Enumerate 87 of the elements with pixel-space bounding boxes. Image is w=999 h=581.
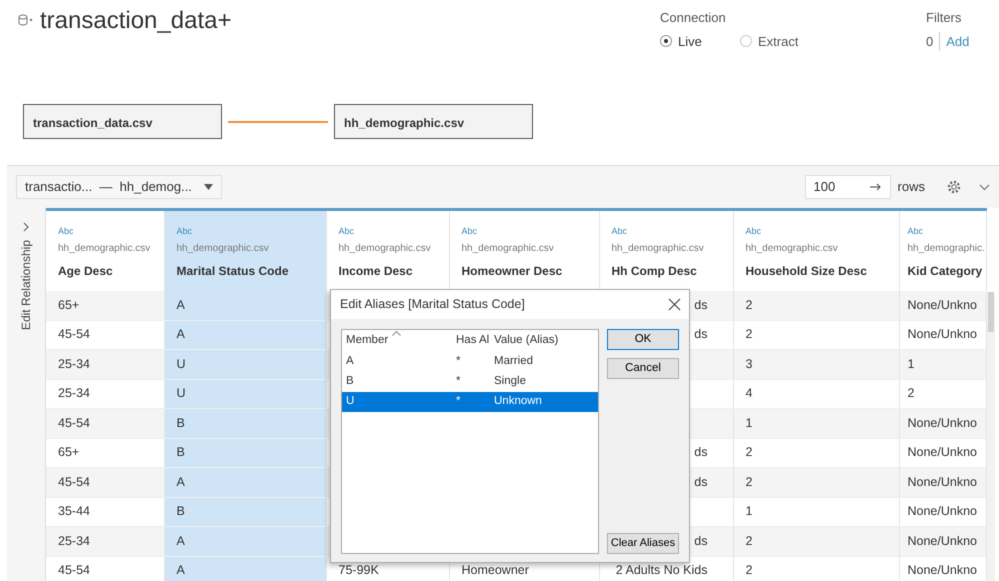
cancel-button[interactable]: Cancel	[607, 358, 679, 379]
list-column-header[interactable]: Value (Alias)	[490, 332, 598, 350]
radio-option[interactable]: Extract	[740, 32, 820, 51]
alias-row[interactable]: A * Married	[342, 352, 598, 372]
table-cell: 25-34	[46, 350, 164, 379]
chevron-right-icon[interactable]	[23, 222, 29, 232]
table-cell: B	[164, 438, 326, 468]
data-type-label: Abc	[612, 225, 628, 238]
close-icon[interactable]	[668, 298, 681, 311]
table-cell: A	[164, 290, 326, 320]
column-name: Hh Comp Desc	[612, 262, 698, 280]
column-header[interactable]: Abc hh_demographic.csv Homeowner Desc	[449, 210, 599, 290]
table-cell: A	[164, 320, 326, 350]
settings-icon[interactable]	[947, 180, 961, 194]
column-name: Marital Status Code	[176, 262, 290, 280]
data-type-label: Abc	[176, 225, 194, 238]
data-type-label: Abc	[462, 225, 478, 238]
table-node[interactable]: transaction_data.csv	[23, 104, 222, 139]
row-count-field[interactable]: 100	[804, 175, 891, 199]
alias-row[interactable]: U * Unknown	[342, 392, 598, 412]
source-label: hh_demographic.	[908, 242, 986, 256]
column-header[interactable]: Abc hh_demographic.csv Income Desc	[326, 210, 449, 290]
database-icon	[18, 14, 34, 26]
table-cell: U	[164, 379, 326, 408]
source-label: hh_demographic.csv	[746, 242, 839, 256]
table-cell: B	[164, 497, 326, 526]
table-cell: B	[164, 408, 326, 438]
data-type-label: Abc	[908, 225, 924, 238]
table-cell: 3	[733, 350, 899, 379]
source-label: hh_demographic.csv	[176, 242, 270, 256]
datasource-title: transaction_data+	[40, 8, 232, 34]
column-header[interactable]: Abc hh_demographic.csv Marital Status Code	[164, 210, 326, 290]
table-cell: A	[164, 526, 326, 556]
data-type-label: Abc	[58, 225, 75, 238]
source-label: hh_demographic.csv	[462, 242, 555, 256]
table-cell: 45-54	[46, 556, 164, 581]
side-panel-label[interactable]: Edit Relationship	[17, 240, 35, 330]
chevron-down-icon[interactable]	[979, 184, 990, 190]
alias-row[interactable]: B * Single	[342, 372, 598, 392]
source-label: hh_demographic.csv	[58, 242, 152, 256]
table-cell: 25-34	[46, 526, 164, 556]
table-cell: None/Unkno	[899, 556, 986, 581]
column-header[interactable]: Abc hh_demographic. Kid Category	[899, 210, 986, 290]
arrow-icon	[870, 183, 882, 191]
table-cell: None/Unkno	[899, 290, 986, 320]
table-cell: 2	[733, 526, 899, 556]
filter-count: 0	[926, 32, 940, 51]
table-cell: 1	[899, 350, 986, 379]
table-cell: None/Unkno	[899, 468, 986, 497]
sort-icon	[392, 331, 401, 336]
column-name: Homeowner Desc	[462, 262, 564, 280]
table-cell: 45-54	[46, 468, 164, 497]
column-header[interactable]: Abc hh_demographic.csv Age Desc	[46, 210, 164, 290]
column-header[interactable]: Abc hh_demographic.csv Hh Comp Desc	[599, 210, 733, 290]
table-cell: None/Unkno	[899, 408, 986, 438]
column-name: Household Size Desc	[746, 262, 868, 280]
table-dropdown[interactable]: transactio... — hh_demog...	[16, 175, 222, 199]
dialog-title: Edit Aliases [Marital Status Code]	[340, 296, 526, 314]
column-name: Kid Category	[908, 262, 984, 280]
caret-icon	[204, 184, 213, 190]
radio-option[interactable]: Live	[660, 32, 740, 51]
table-cell: 2	[733, 556, 899, 581]
table-cell: None/Unkno	[899, 526, 986, 556]
column-name: Age Desc	[58, 262, 114, 280]
clear-aliases-button[interactable]: Clear Aliases	[607, 533, 679, 554]
table-cell: 2	[733, 468, 899, 497]
data-type-label: Abc	[746, 225, 762, 238]
connection-label: Connection	[660, 9, 727, 27]
table-cell: 2	[733, 290, 899, 320]
column-header[interactable]: Abc hh_demographic.csv Household Size Desc	[733, 210, 899, 290]
table-cell: 1	[733, 408, 899, 438]
table-cell: A	[164, 556, 326, 581]
table-cell: 65+	[46, 290, 164, 320]
rows-label: rows	[898, 178, 925, 196]
ok-button[interactable]: OK	[607, 329, 679, 350]
source-label: hh_demographic.csv	[338, 242, 432, 256]
table-cell: U	[164, 350, 326, 379]
add-filter-link[interactable]: Add	[940, 32, 970, 51]
filters-label: Filters	[926, 9, 962, 27]
table-node[interactable]: hh_demographic.csv	[334, 104, 533, 139]
source-label: hh_demographic.csv	[612, 242, 705, 256]
list-column-header[interactable]: Has Al	[452, 332, 490, 350]
table-cell: 45-54	[46, 408, 164, 438]
table-cell: A	[164, 468, 326, 497]
data-type-label: Abc	[338, 225, 356, 238]
column-name: Income Desc	[338, 262, 414, 280]
list-column-header[interactable]: Member	[342, 332, 452, 350]
